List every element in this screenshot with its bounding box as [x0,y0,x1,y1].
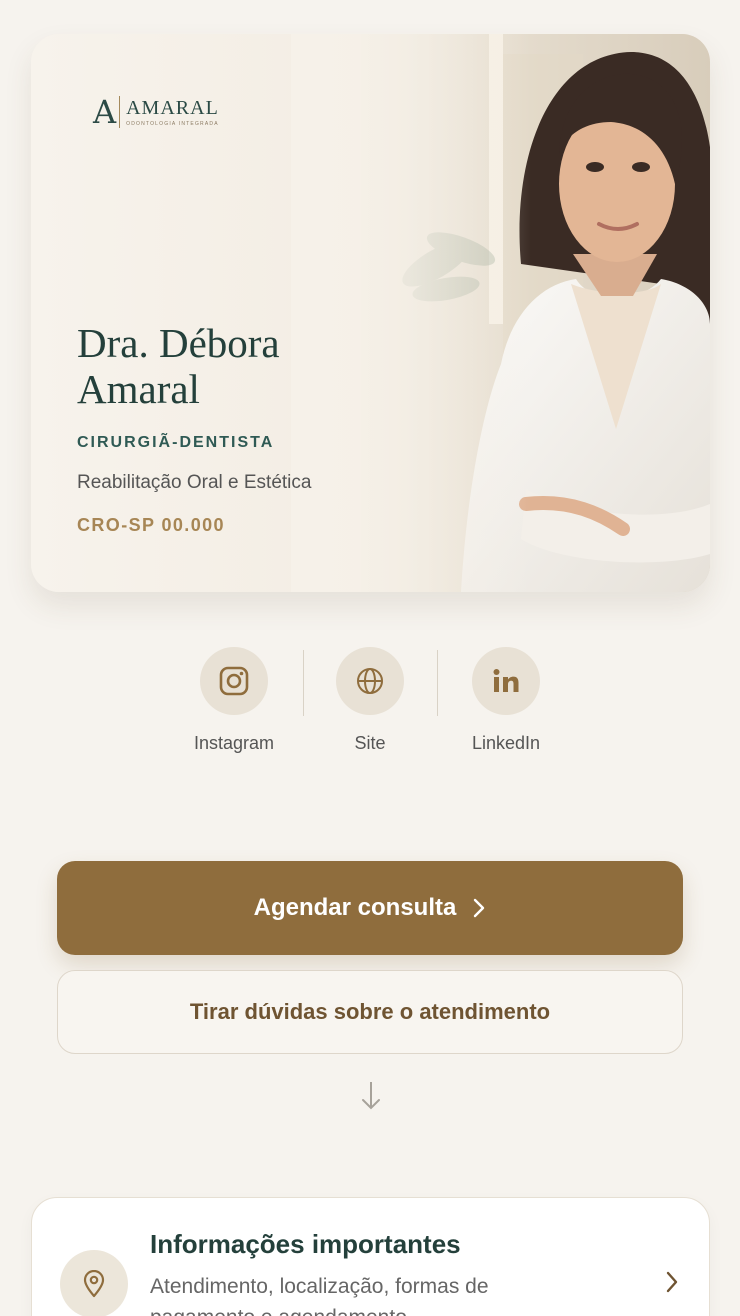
map-pin-icon [60,1250,128,1316]
chevron-right-icon [665,1270,679,1299]
questions-label: Tirar dúvidas sobre o atendimento [189,999,551,1024]
info-card-description: Atendimento, localização, formas de paga… [150,1275,489,1316]
social-links: Instagram Site LinkedIn [166,647,576,757]
questions-button[interactable]: Tirar dúvidas sobre o atendimento [57,970,683,1054]
brand-name: AMARAL [126,96,219,119]
logo-text: AMARAL ODONTOLOGIA INTEGRADA [126,98,219,127]
logo-mark: A [93,93,117,131]
social-linkedin[interactable]: LinkedIn [438,647,574,754]
linkedin-icon[interactable] [472,647,540,715]
logo-divider [119,96,121,128]
arrow-down-icon [360,1080,382,1117]
social-instagram-label: Instagram [193,733,275,753]
info-card-title: Informações importantes [150,1229,461,1259]
globe-icon[interactable] [336,647,404,715]
doctor-specialty: Reabilitação Oral e Estética [77,472,312,493]
doctor-title: CIRURGIÃ-DENTISTA [77,434,275,451]
schedule-appointment-button[interactable]: Agendar consulta [57,861,683,955]
social-instagram[interactable]: Instagram [166,647,302,754]
social-site[interactable]: Site [302,647,438,754]
schedule-appointment-label: Agendar consulta [253,894,457,921]
chevron-right-icon [474,898,485,918]
brand-logo: A AMARAL ODONTOLOGIA INTEGRADA [93,96,219,128]
doctor-registration: CRO-SP 00.000 [77,515,225,535]
doctor-name: Dra. Débora Amaral [77,320,280,412]
hero-fade-overlay [291,34,531,592]
profile-hero-card: A AMARAL ODONTOLOGIA INTEGRADA Dra. Débo… [31,34,710,592]
social-site-label: Site [354,733,386,753]
brand-tagline: ODONTOLOGIA INTEGRADA [126,120,219,127]
instagram-icon[interactable] [200,647,268,715]
social-linkedin-label: LinkedIn [471,733,541,753]
important-info-card[interactable]: Informações importantes Atendimento, loc… [31,1197,710,1316]
